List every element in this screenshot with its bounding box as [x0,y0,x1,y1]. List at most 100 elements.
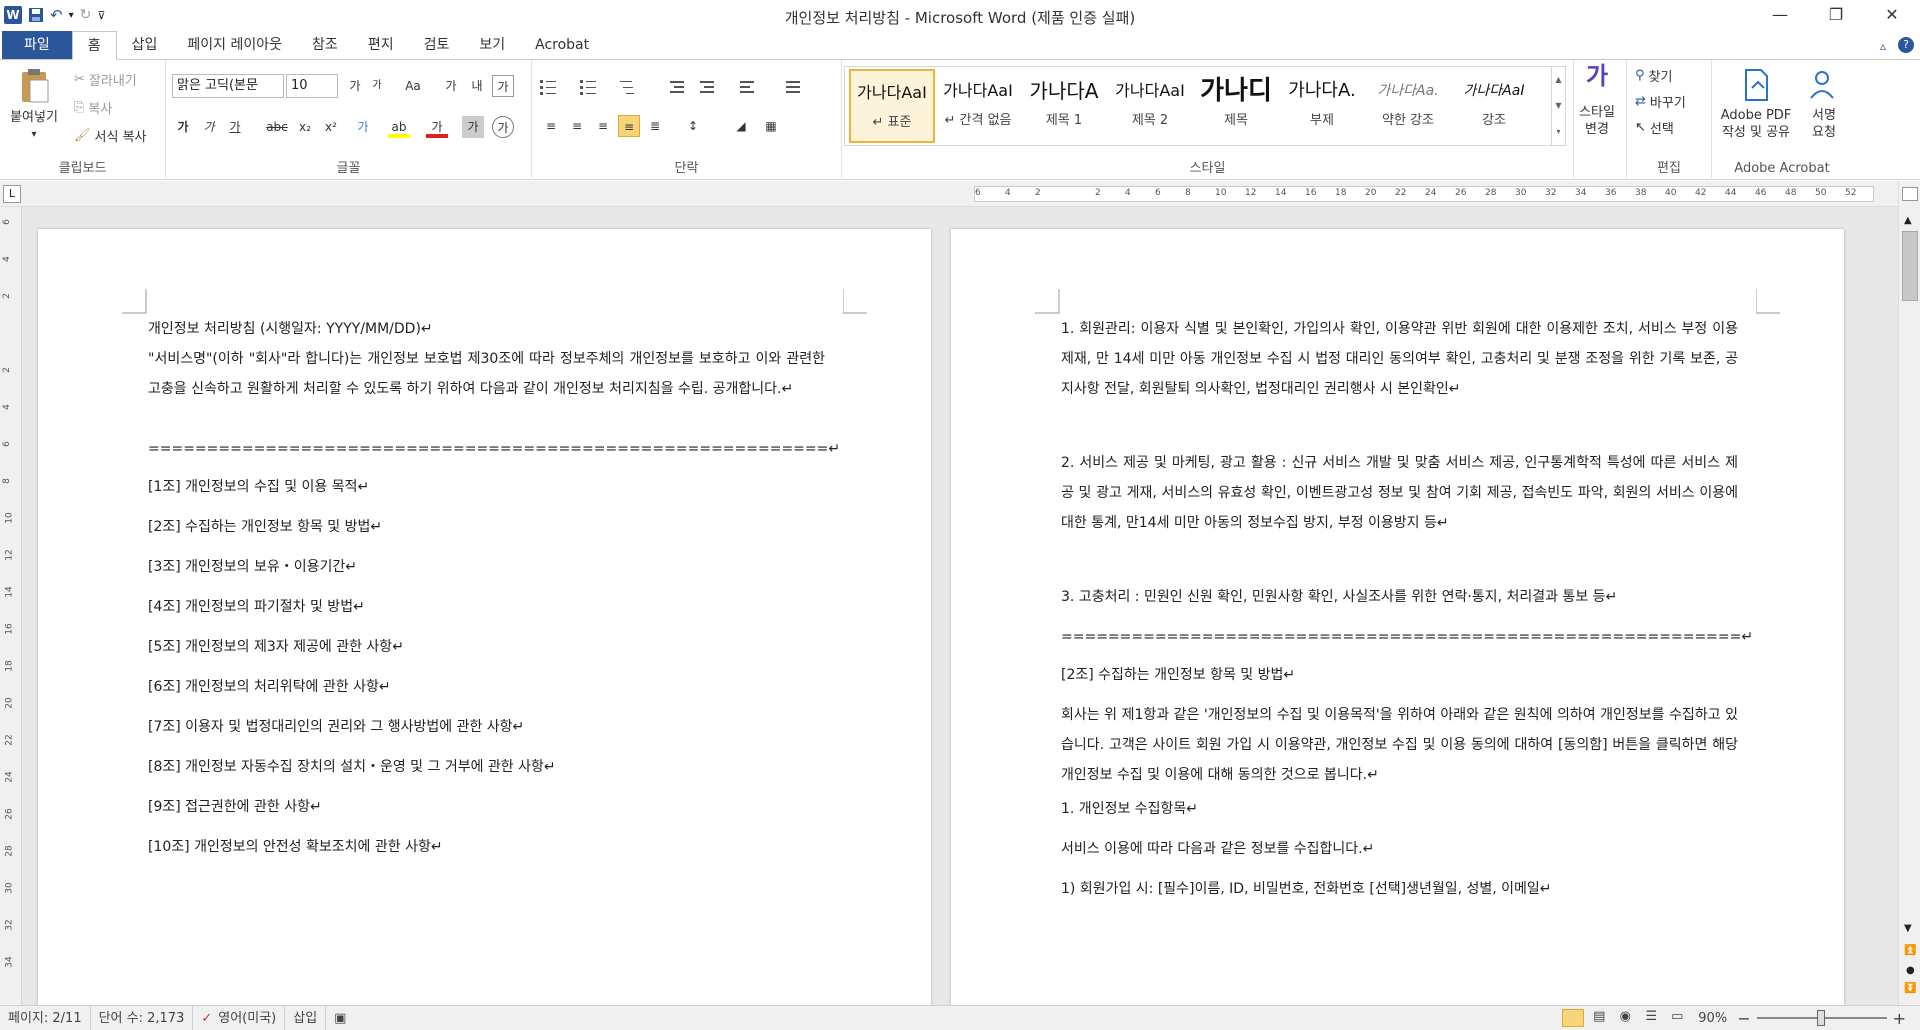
align-center-button[interactable]: ≡ [566,115,588,137]
distributed-button[interactable]: ≣ [644,115,666,137]
italic-button[interactable]: 가 [198,116,220,138]
zoom-out-button[interactable]: − [1737,1009,1750,1028]
style-item[interactable]: 가나다A. 부제 [1279,69,1365,143]
char-border-button[interactable]: 가 [492,75,514,97]
strikethrough-button[interactable]: abc [266,116,288,138]
tab-mailings[interactable]: 편지 [353,31,409,59]
font-color-button[interactable]: 가 [426,116,448,138]
tab-selector[interactable]: L [3,185,21,203]
tab-file[interactable]: 파일 [2,31,72,59]
insert-mode[interactable]: 삽입 [285,1005,327,1030]
redo-icon[interactable]: ↻ [80,7,92,23]
cut-button[interactable]: ✂ 잘라내기 [74,70,137,89]
view-outline-icon[interactable]: ☰ [1640,1009,1662,1027]
ruler-tick: 28 [4,845,15,857]
tab-review[interactable]: 검토 [409,31,465,59]
paste-button[interactable]: 붙여넣기 ▾ [4,68,64,143]
style-item[interactable]: 가나다AaI ↵ 간격 없음 [935,69,1021,143]
replace-button[interactable]: ⇄ 바꾸기 [1635,92,1686,111]
tab-insert[interactable]: 삽입 [117,31,173,59]
shrink-font-button[interactable]: 가 [366,75,388,97]
align-right-button[interactable]: ≡ [592,115,614,137]
enclose-char-button[interactable]: 가 [492,116,514,138]
grow-font-button[interactable]: 가 [344,75,366,97]
format-painter-button[interactable]: 🖌 서식 복사 [74,126,147,145]
style-item[interactable]: 가나다AaI 강조 [1451,69,1537,143]
line-spacing-button[interactable]: ↕ [682,115,704,137]
copy-button[interactable]: ⎘ 복사 [74,98,112,117]
page1-paragraph: [9조] 접근권한에 관한 사항↵ [148,799,322,815]
style-item[interactable]: 가나디 제목 [1193,69,1279,143]
scroll-up-arrow[interactable]: ▲ [1904,215,1912,226]
change-case-button[interactable]: Aa [402,75,424,97]
view-web-icon[interactable]: ◉ [1614,1009,1636,1027]
justify-button[interactable]: ≡ [618,115,640,137]
scroll-down-arrow[interactable]: ▼ [1904,923,1912,934]
tab-acrobat[interactable]: Acrobat [520,31,604,59]
ruler-toggle-icon[interactable] [1902,187,1918,201]
tab-page-layout[interactable]: 페이지 레이아웃 [172,31,297,59]
style-item[interactable]: 가나다AaI 제목 2 [1107,69,1193,143]
style-preview: 가나다AaI [1463,83,1525,99]
zoom-slider[interactable] [1756,1010,1887,1026]
style-item[interactable]: 가나다A 제목 1 [1021,69,1107,143]
underline-button[interactable]: 가 [224,116,246,138]
view-reading-icon[interactable]: ▤ [1588,1009,1610,1027]
superscript-button[interactable]: x² [320,116,342,138]
save-icon[interactable] [28,7,44,23]
undo-icon[interactable]: ↶ [50,6,63,24]
minimize-button[interactable]: — [1752,0,1808,30]
style-item[interactable]: 가나다AaI ↵ 표준 [849,69,935,143]
zoom-in-button[interactable]: + [1893,1009,1906,1028]
clear-format-button[interactable]: 가 [440,75,462,97]
request-signature-button[interactable]: 서명 요청 [1800,68,1848,141]
char-shading-button[interactable]: 가 [462,116,484,138]
font-name-box[interactable]: 맑은 고딕(본문 [172,74,284,98]
zoom-slider-thumb[interactable] [1816,1010,1825,1026]
find-button[interactable]: ⚲ 찾기 [1635,66,1672,85]
phonetic-guide-button[interactable]: 내 [466,75,488,97]
restore-button[interactable]: ❐ [1808,0,1864,30]
text-effects-button[interactable]: 가 [352,116,374,138]
font-size-box[interactable]: 10 [286,74,338,98]
style-item[interactable]: 가나다Aa. 약한 강조 [1365,69,1451,143]
change-styles-button[interactable]: 가 스타일 변경 [1572,64,1622,138]
close-button[interactable]: ✕ [1864,0,1920,30]
help-icon[interactable]: ? [1898,37,1914,53]
horizontal-ruler-row: L 6 4 2 2 4 6 8 10 12 14 16 18 20 22 24 26 28 30 32 34 36 38 4… [0,181,1920,207]
proofing-status[interactable]: ✓ 영어(미국) [193,1005,286,1030]
view-print-layout-icon[interactable] [1562,1009,1585,1027]
ribbon-collapse-icon[interactable]: ▵ [1874,39,1892,59]
style-name: 제목 1 [1045,113,1083,128]
highlight-button[interactable]: ab [388,116,410,138]
select-button[interactable]: ↖ 선택 [1635,118,1674,137]
borders-button[interactable]: ▦ [760,115,782,137]
horizontal-ruler[interactable]: 6 4 2 2 4 6 8 10 12 14 16 18 20 22 24 26 28 30 32 34 36 38 40 4… [974,186,1874,202]
paragraph-list-icons[interactable] [540,78,830,96]
word-count[interactable]: 단어 수: 2,173 [91,1005,194,1030]
view-draft-icon[interactable]: ▭ [1666,1009,1688,1027]
shading-button[interactable]: ◢ [730,115,752,137]
page-count[interactable]: 페이지: 2/11 [0,1005,91,1030]
next-page-icon[interactable]: ⏬ [1904,983,1916,994]
style-gallery-scroll[interactable]: ▲ ▼ ▾ [1551,67,1565,145]
paste-dropdown-icon[interactable]: ▾ [4,126,64,143]
tab-view[interactable]: 보기 [464,31,520,59]
align-left-button[interactable]: ≡ [540,115,562,137]
zoom-level[interactable]: 90% [1698,1011,1727,1026]
macro-record-icon[interactable]: ▣ [326,1006,354,1030]
tab-home[interactable]: 홈 [71,31,117,60]
prev-page-icon[interactable]: ⏫ [1904,945,1916,956]
scroll-thumb[interactable] [1902,231,1918,301]
tab-references[interactable]: 참조 [297,31,353,59]
browse-object-icon[interactable]: ● [1906,965,1915,976]
word-logo-icon[interactable]: W [4,6,22,24]
vertical-ruler[interactable]: 6 4 2 2 4 6 8 10 12 14 16 18 20 22 24 26 28 30 32 34 [0,207,22,1005]
ruler-tick: 24 [1425,188,1437,198]
undo-dropdown-icon[interactable]: ▾ [69,10,74,21]
customize-qat-icon[interactable]: ⊽ [97,9,105,22]
subscript-button[interactable]: x₂ [294,116,316,138]
vertical-scrollbar[interactable]: ▲ ▼ ⏫ ● ⏬ [1898,181,1920,1005]
create-pdf-button[interactable]: Adobe PDF 작성 및 공유 [1716,68,1796,141]
bold-button[interactable]: 가 [172,116,194,138]
